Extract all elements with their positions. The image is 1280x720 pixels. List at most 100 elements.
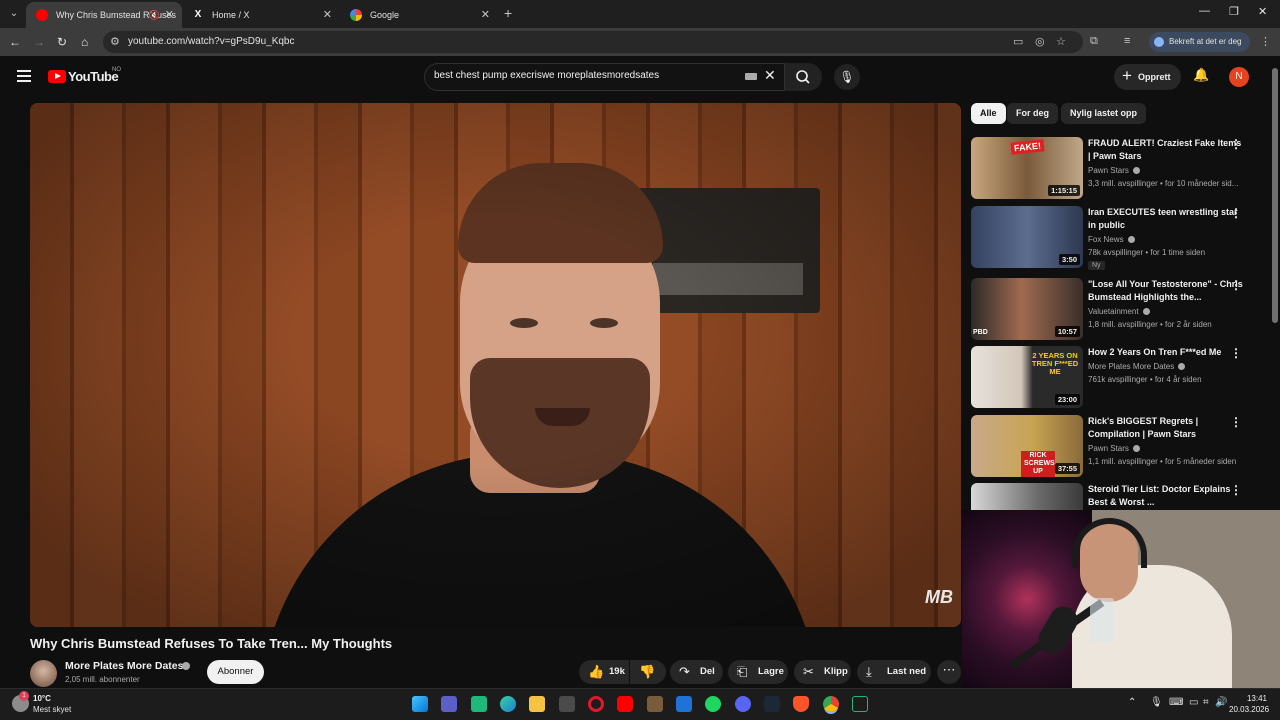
recommendation-thumbnail[interactable]: RICK SCREWS UP 37:55 bbox=[971, 415, 1083, 477]
mail-icon[interactable] bbox=[676, 696, 692, 712]
brave-icon[interactable] bbox=[793, 696, 809, 712]
youtube-app-icon[interactable] bbox=[617, 696, 633, 712]
steam-icon[interactable] bbox=[764, 696, 780, 712]
chip-for-you[interactable]: For deg bbox=[1007, 103, 1058, 124]
network-icon[interactable]: ⌗ bbox=[1203, 697, 1209, 708]
channel-avatar[interactable] bbox=[30, 660, 57, 687]
chrome-icon[interactable] bbox=[823, 696, 839, 712]
recommendation-menu-icon[interactable]: ⋮ bbox=[1230, 415, 1242, 429]
recommendation-thumbnail[interactable]: PBD 10:57 bbox=[971, 278, 1083, 340]
new-tab-icon[interactable]: + bbox=[504, 5, 512, 21]
recommendation-title[interactable]: FRAUD ALERT! Craziest Fake Items | Pawn … bbox=[1088, 137, 1246, 163]
recommendation-menu-icon[interactable]: ⋮ bbox=[1230, 206, 1242, 220]
extensions-icon[interactable]: ⧉ bbox=[1090, 35, 1098, 48]
save-button[interactable]: ⎗ Lagre bbox=[728, 660, 788, 684]
url-text[interactable]: youtube.com/watch?v=gPsD9u_Kqbc bbox=[128, 36, 295, 47]
tab-google[interactable]: Google ✕ bbox=[340, 2, 498, 28]
restore-icon[interactable]: ❐ bbox=[1229, 5, 1239, 18]
cast-icon[interactable]: ▭ bbox=[1013, 35, 1023, 48]
forward-icon[interactable]: → bbox=[33, 35, 45, 49]
home-icon[interactable]: ⌂ bbox=[81, 35, 88, 49]
browser-menu-icon[interactable]: ⋮ bbox=[1260, 35, 1271, 48]
teams-icon[interactable] bbox=[441, 696, 457, 712]
recommendation-menu-icon[interactable]: ⋮ bbox=[1230, 346, 1242, 360]
search-query[interactable]: best chest pump execriswe moreplatesmore… bbox=[434, 70, 659, 81]
edge-icon[interactable] bbox=[500, 696, 516, 712]
display-tray-icon[interactable]: ▭ bbox=[1189, 697, 1198, 708]
page-scrollbar[interactable] bbox=[1272, 68, 1278, 323]
clear-search-icon[interactable]: ✕ bbox=[764, 67, 776, 84]
subscribe-button[interactable]: Abonner bbox=[207, 660, 264, 684]
terminal-icon[interactable] bbox=[852, 696, 868, 712]
recommendation-item[interactable]: 2 YEARS ON TREN F***ED ME 23:00 How 2 Ye… bbox=[971, 346, 1261, 410]
discord-icon[interactable] bbox=[735, 696, 751, 712]
download-button[interactable]: ⤓ Last ned bbox=[857, 660, 931, 684]
recommendation-title[interactable]: Steroid Tier List: Doctor Explains Best … bbox=[1088, 483, 1246, 509]
reload-icon[interactable]: ↻ bbox=[57, 35, 67, 49]
clip-button[interactable]: ✂ Klipp bbox=[794, 660, 851, 684]
recommendation-title[interactable]: How 2 Years On Tren F***ed Me bbox=[1088, 346, 1246, 359]
eye-off-icon[interactable]: ◎ bbox=[1035, 35, 1045, 48]
close-tab-icon[interactable]: ✕ bbox=[323, 2, 332, 28]
recommendation-title[interactable]: "Lose All Your Testosterone" - Chris Bum… bbox=[1088, 278, 1246, 304]
close-window-icon[interactable]: ✕ bbox=[1258, 5, 1267, 18]
volume-icon[interactable]: 🔊 bbox=[1215, 697, 1227, 708]
notifications-icon[interactable]: 🔔 bbox=[1193, 67, 1209, 83]
recommendation-thumbnail[interactable] bbox=[971, 483, 1083, 510]
mute-icon[interactable]: 🔇 bbox=[149, 2, 160, 28]
recommendation-title[interactable]: Iran EXECUTES teen wrestling star in pub… bbox=[1088, 206, 1246, 232]
recommendation-channel[interactable]: Pawn Stars bbox=[1088, 444, 1140, 453]
recommendation-thumbnail[interactable]: 2 YEARS ON TREN F***ED ME 23:00 bbox=[971, 346, 1083, 408]
create-button[interactable]: Opprett bbox=[1114, 63, 1181, 90]
recommendation-channel[interactable]: Valuetainment bbox=[1088, 307, 1150, 316]
recommendation-channel[interactable]: Fox News bbox=[1088, 235, 1135, 244]
recommendation-item[interactable]: PBD 10:57 "Lose All Your Testosterone" -… bbox=[971, 278, 1261, 342]
recommendation-item[interactable]: 3:50 Iran EXECUTES teen wrestling star i… bbox=[971, 206, 1261, 270]
recommendation-menu-icon[interactable]: ⋮ bbox=[1230, 483, 1242, 497]
tab-search-icon[interactable]: ⌄ bbox=[6, 6, 22, 22]
search-button[interactable] bbox=[785, 63, 822, 91]
recommendation-menu-icon[interactable]: ⋮ bbox=[1230, 278, 1242, 292]
weather-temperature[interactable]: 10°C bbox=[33, 694, 51, 703]
game-icon[interactable] bbox=[647, 696, 663, 712]
youtube-logo-text[interactable]: YouTube bbox=[68, 69, 119, 84]
chip-recently-uploaded[interactable]: Nylig lastet opp bbox=[1061, 103, 1147, 124]
dislike-button[interactable]: 👎 bbox=[630, 660, 666, 684]
recommendation-item[interactable]: RICK SCREWS UP 37:55 Rick's BIGGEST Regr… bbox=[971, 415, 1261, 479]
recommendation-item[interactable]: Steroid Tier List: Doctor Explains Best … bbox=[971, 483, 1261, 510]
youtube-logo-icon[interactable] bbox=[48, 70, 66, 83]
back-icon[interactable]: ← bbox=[9, 35, 21, 49]
site-info-icon[interactable]: ⚙ bbox=[110, 35, 120, 48]
tab-x[interactable]: X Home / X ✕ bbox=[182, 2, 340, 28]
tab-youtube[interactable]: Why Chris Bumstead Refuses 🔇 ✕ bbox=[26, 2, 182, 28]
spotify-icon[interactable] bbox=[705, 696, 721, 712]
chip-all[interactable]: Alle bbox=[971, 103, 1006, 124]
bookmark-star-icon[interactable]: ☆ bbox=[1056, 35, 1066, 48]
profile-button[interactable]: Bekreft at det er deg bbox=[1149, 32, 1250, 52]
video-player[interactable] bbox=[30, 103, 961, 627]
recommendation-item[interactable]: FAKE! 1:15:15 FRAUD ALERT! Craziest Fake… bbox=[971, 137, 1261, 201]
menu-icon[interactable] bbox=[17, 70, 31, 85]
account-avatar[interactable]: N bbox=[1229, 67, 1249, 87]
reading-list-icon[interactable]: ≡ bbox=[1124, 35, 1130, 47]
store-icon[interactable] bbox=[559, 696, 575, 712]
microphone-tray-icon[interactable]: 🎙 bbox=[1150, 697, 1163, 708]
keyboard-icon[interactable] bbox=[745, 73, 757, 80]
recommendation-thumbnail[interactable]: FAKE! 1:15:15 bbox=[971, 137, 1083, 199]
channel-watermark[interactable]: MB bbox=[925, 587, 953, 608]
app-icon[interactable] bbox=[471, 696, 487, 712]
recommendation-channel[interactable]: More Plates More Dates bbox=[1088, 362, 1185, 371]
share-button[interactable]: ↷ Del bbox=[670, 660, 723, 684]
recommendation-channel[interactable]: Pawn Stars bbox=[1088, 166, 1140, 175]
recommendation-thumbnail[interactable]: 3:50 bbox=[971, 206, 1083, 268]
opera-icon[interactable] bbox=[588, 696, 604, 712]
tray-overflow-icon[interactable]: ⌃ bbox=[1128, 697, 1136, 708]
recommendation-menu-icon[interactable]: ⋮ bbox=[1230, 137, 1242, 151]
like-button[interactable]: 👍 19k bbox=[579, 660, 629, 684]
keyboard-tray-icon[interactable]: ⌨ bbox=[1169, 697, 1183, 708]
channel-name[interactable]: More Plates More Dates bbox=[65, 660, 183, 672]
close-tab-icon[interactable]: ✕ bbox=[481, 2, 490, 28]
close-tab-icon[interactable]: ✕ bbox=[165, 2, 174, 28]
start-icon[interactable] bbox=[412, 696, 428, 712]
minimize-icon[interactable]: — bbox=[1199, 5, 1210, 17]
